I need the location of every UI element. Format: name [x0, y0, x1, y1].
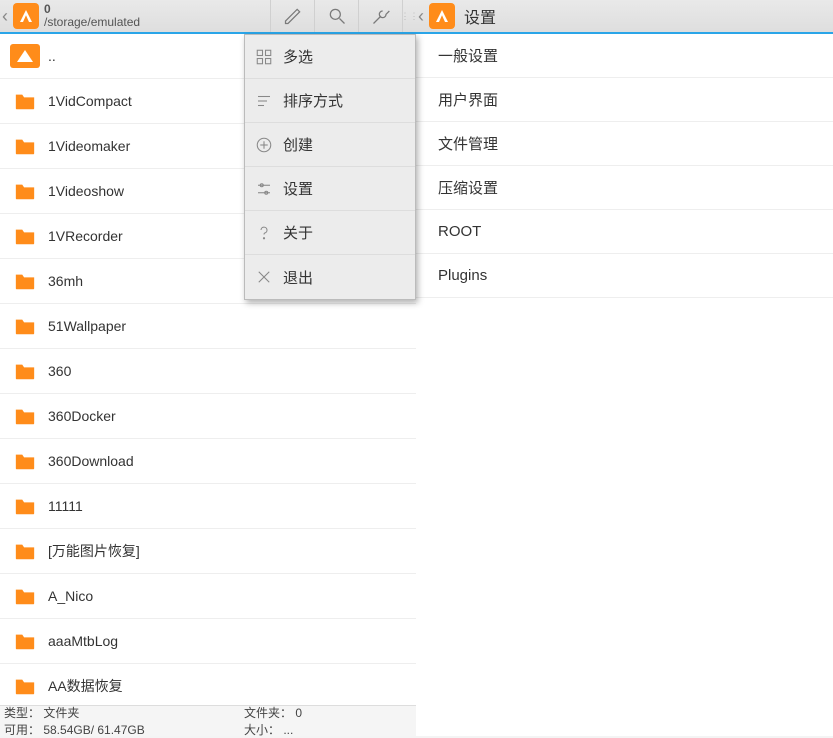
back-chevron-icon[interactable]: ‹	[416, 0, 426, 32]
settings-title: 设置	[458, 4, 496, 28]
folder-name: 36mh	[48, 273, 83, 289]
folder-name: 1Videoshow	[48, 183, 124, 199]
folder-row[interactable]: 360Download	[0, 439, 416, 484]
folder-name: [万能图片恢复]	[48, 541, 140, 561]
search-icon[interactable]	[314, 0, 358, 32]
app-logo-icon[interactable]	[429, 3, 455, 29]
folder-icon	[10, 224, 40, 248]
drag-handle-icon[interactable]: ⋮⋮	[402, 0, 416, 32]
folder-row[interactable]: 51Wallpaper	[0, 304, 416, 349]
settings-item[interactable]: 文件管理	[416, 122, 833, 166]
folder-row[interactable]: [万能图片恢复]	[0, 529, 416, 574]
folder-icon	[10, 134, 40, 158]
back-chevron-icon[interactable]: ‹	[0, 0, 10, 32]
app-logo-icon[interactable]	[13, 3, 39, 29]
folder-row[interactable]: AA数据恢复	[0, 664, 416, 705]
left-toolbar: ‹ 0 /storage/emulated ⋮⋮	[0, 0, 416, 34]
folder-name: 1Videomaker	[48, 138, 130, 154]
status-avail: 可用： 58.54GB/ 61.47GB	[4, 721, 244, 738]
menu-exit[interactable]: 退出	[245, 255, 415, 299]
path-display[interactable]: 0 /storage/emulated	[42, 3, 140, 29]
folder-row[interactable]: 360Docker	[0, 394, 416, 439]
up-arrow-icon	[10, 44, 40, 68]
menu-label: 多选	[283, 46, 313, 67]
settings-pane: ‹ 设置 一般设置用户界面文件管理压缩设置ROOTPlugins	[416, 0, 833, 736]
settings-item[interactable]: 一般设置	[416, 34, 833, 78]
wrench-icon[interactable]	[358, 0, 402, 32]
folder-name: A_Nico	[48, 588, 93, 604]
menu-settings[interactable]: 设置	[245, 167, 415, 211]
question-icon	[245, 224, 283, 242]
folder-icon	[10, 404, 40, 428]
folder-icon	[10, 494, 40, 518]
folder-name: 360Docker	[48, 408, 116, 424]
folder-icon	[10, 449, 40, 473]
menu-label: 设置	[283, 178, 313, 199]
path-line2: /storage/emulated	[44, 16, 140, 29]
folder-icon	[10, 584, 40, 608]
menu-sort[interactable]: 排序方式	[245, 79, 415, 123]
folder-icon	[10, 674, 40, 698]
menu-create[interactable]: 创建	[245, 123, 415, 167]
folder-icon	[10, 269, 40, 293]
folder-icon	[10, 179, 40, 203]
folder-name: 51Wallpaper	[48, 318, 126, 334]
folder-row[interactable]: A_Nico	[0, 574, 416, 619]
folder-name: 360	[48, 363, 71, 379]
folder-row[interactable]: 360	[0, 349, 416, 394]
settings-item[interactable]: 用户界面	[416, 78, 833, 122]
right-toolbar: ‹ 设置	[416, 0, 833, 34]
folder-icon	[10, 629, 40, 653]
folder-icon	[10, 314, 40, 338]
sort-icon	[245, 92, 283, 110]
status-type: 类型： 文件夹	[4, 704, 244, 721]
close-icon	[245, 268, 283, 286]
folder-name: 360Download	[48, 453, 134, 469]
menu-multiselect[interactable]: 多选	[245, 35, 415, 79]
folder-name: 1VidCompact	[48, 93, 132, 109]
settings-item[interactable]: Plugins	[416, 254, 833, 298]
menu-label: 关于	[283, 222, 313, 243]
status-size: 大小： ...	[244, 721, 293, 738]
folder-name: 11111	[48, 498, 83, 514]
folder-row[interactable]: aaaMtbLog	[0, 619, 416, 664]
menu-label: 排序方式	[283, 90, 343, 111]
settings-item[interactable]: ROOT	[416, 210, 833, 254]
folder-row[interactable]: 11111	[0, 484, 416, 529]
edit-icon[interactable]	[270, 0, 314, 32]
settings-item[interactable]: 压缩设置	[416, 166, 833, 210]
folder-name: 1VRecorder	[48, 228, 123, 244]
create-icon	[245, 136, 283, 154]
menu-label: 创建	[283, 134, 313, 155]
multiselect-icon	[245, 48, 283, 66]
folder-icon	[10, 539, 40, 563]
menu-label: 退出	[283, 267, 313, 288]
sliders-icon	[245, 180, 283, 198]
tools-dropdown-menu: 多选 排序方式 创建 设置 关于 退出	[244, 34, 416, 300]
menu-about[interactable]: 关于	[245, 211, 415, 255]
up-label: ..	[48, 48, 56, 64]
folder-name: aaaMtbLog	[48, 633, 118, 649]
settings-list: 一般设置用户界面文件管理压缩设置ROOTPlugins	[416, 34, 833, 298]
status-bar: 类型： 文件夹 文件夹： 0 可用： 58.54GB/ 61.47GB 大小： …	[0, 705, 416, 736]
folder-name: AA数据恢复	[48, 676, 123, 696]
folder-icon	[10, 89, 40, 113]
status-folder-count: 文件夹： 0	[244, 704, 302, 721]
folder-icon	[10, 359, 40, 383]
